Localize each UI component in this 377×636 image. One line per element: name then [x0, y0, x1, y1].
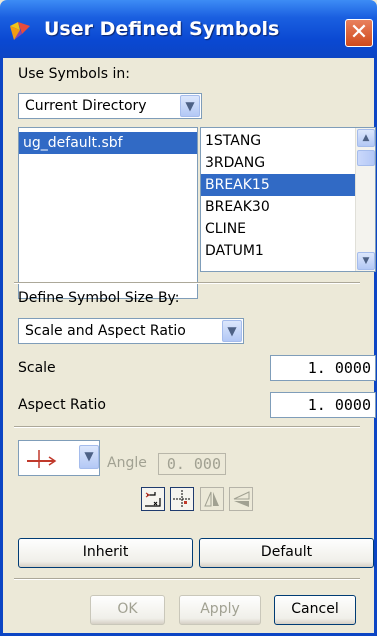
cancel-button[interactable]: Cancel	[274, 595, 356, 625]
leader-dropdown-button[interactable]: ▼	[77, 445, 99, 471]
app-icon	[10, 22, 30, 40]
tool-button-origin[interactable]	[170, 487, 194, 511]
use-symbols-select[interactable]: Current Directory ▼	[18, 93, 202, 119]
ok-button[interactable]: OK	[90, 595, 165, 625]
tool-button-mirror[interactable]	[200, 487, 224, 511]
window-title: User Defined Symbols	[44, 18, 280, 40]
scroll-down-icon[interactable]: ▼	[357, 252, 375, 270]
chevron-down-icon[interactable]: ▼	[222, 320, 242, 342]
divider	[14, 578, 360, 580]
symbol-list-item[interactable]: DATUM1	[201, 240, 356, 262]
file-list-item[interactable]: ug_default.sbf	[19, 132, 197, 154]
symbol-list-item[interactable]: 1STANG	[201, 130, 356, 152]
scroll-up-icon[interactable]: ▲	[357, 129, 375, 147]
angle-field: 0. 000	[158, 453, 226, 475]
flip-icon	[233, 491, 250, 507]
aspect-ratio-field[interactable]: 1. 0000	[270, 392, 376, 418]
attach-leader-icon	[145, 492, 161, 507]
leader-type-select[interactable]: ▼	[18, 440, 100, 476]
apply-button[interactable]: Apply	[179, 595, 261, 625]
chevron-down-icon[interactable]: ▼	[79, 445, 99, 469]
divider	[14, 426, 360, 428]
angle-label: Angle	[107, 455, 147, 471]
use-symbols-value: Current Directory	[25, 98, 147, 114]
symbol-list[interactable]: 1STANG 3RDANG BREAK15 BREAK30 CLINE DATUM1 ▲ …	[200, 127, 376, 272]
default-button[interactable]: Default	[199, 538, 374, 568]
symbol-list-item[interactable]: BREAK30	[201, 196, 356, 218]
tool-button-attach[interactable]	[141, 487, 165, 511]
symbol-list-scrollbar[interactable]: ▲ ▼	[355, 128, 375, 271]
symbol-list-item[interactable]: BREAK15	[201, 174, 356, 196]
chevron-down-icon[interactable]: ▼	[180, 95, 200, 117]
tool-button-flip[interactable]	[229, 487, 253, 511]
mirror-icon	[204, 491, 219, 507]
leader-icon	[27, 450, 57, 468]
size-by-select[interactable]: Scale and Aspect Ratio ▼	[18, 318, 244, 344]
divider	[14, 282, 360, 284]
inherit-button[interactable]: Inherit	[18, 538, 193, 568]
scale-field[interactable]: 1. 0000	[270, 355, 376, 381]
aspect-ratio-label: Aspect Ratio	[18, 397, 106, 413]
crosshair-origin-icon	[173, 490, 191, 508]
close-button[interactable]: ✕	[345, 19, 373, 47]
use-symbols-label: Use Symbols in:	[18, 66, 130, 82]
symbol-list-item[interactable]: CLINE	[201, 218, 356, 240]
close-icon: ✕	[349, 20, 369, 45]
size-by-value: Scale and Aspect Ratio	[25, 323, 186, 339]
title-bar: User Defined Symbols ✕	[0, 0, 377, 58]
scroll-thumb[interactable]	[357, 150, 375, 166]
symbol-file-list[interactable]: ug_default.sbf	[18, 127, 198, 299]
size-by-label: Define Symbol Size By:	[18, 290, 180, 306]
symbol-list-item[interactable]: 3RDANG	[201, 152, 356, 174]
scale-label: Scale	[18, 360, 56, 376]
